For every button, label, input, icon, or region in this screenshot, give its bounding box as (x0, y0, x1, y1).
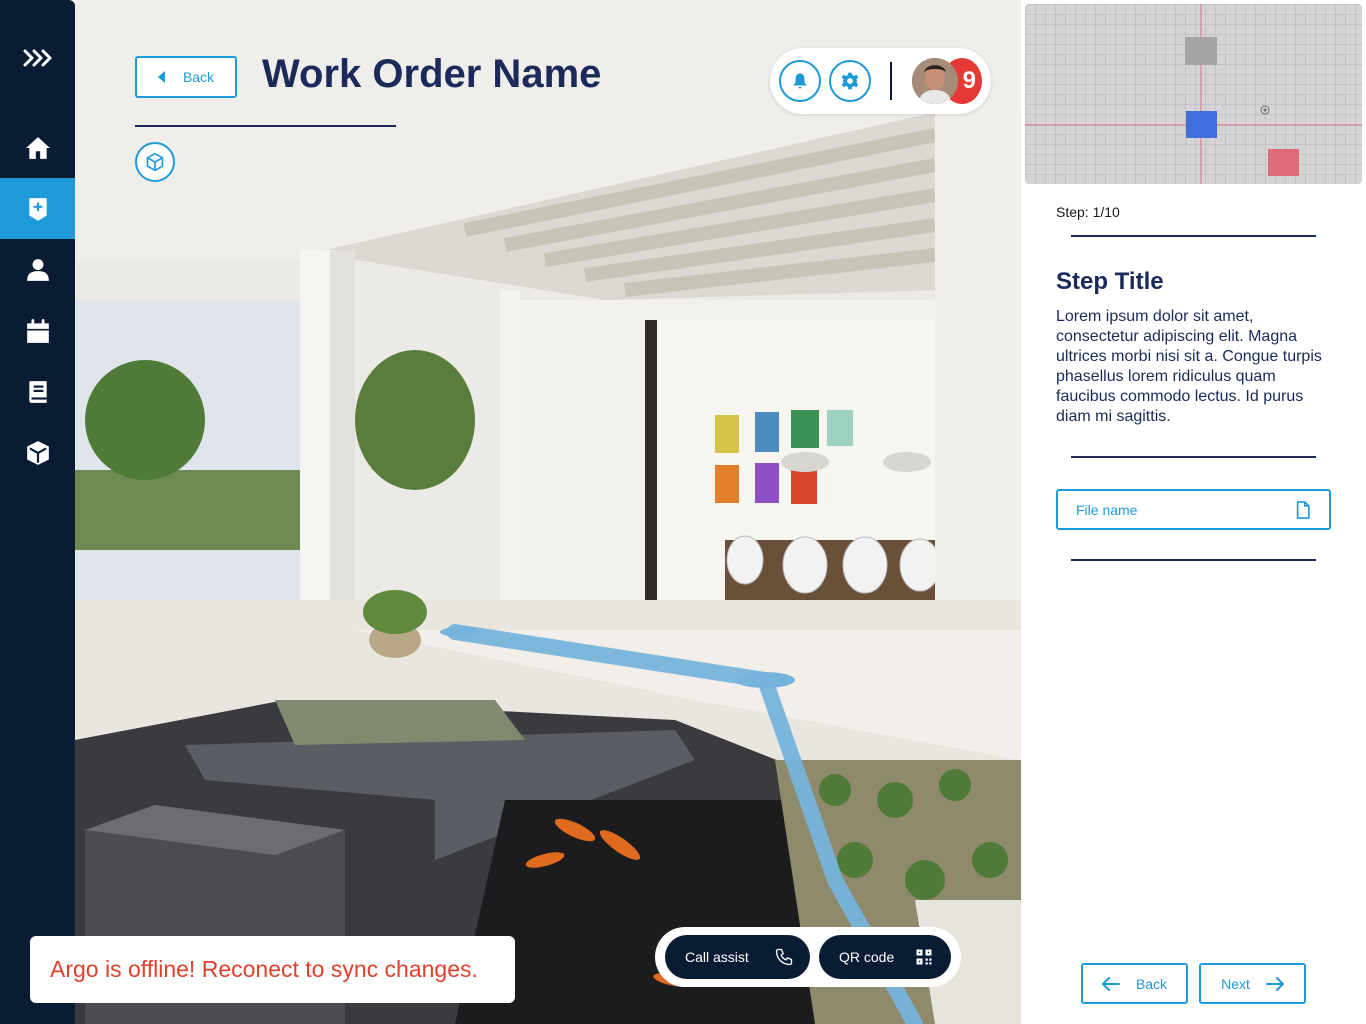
phone-icon (775, 948, 793, 966)
cube-icon (26, 440, 49, 465)
minimap-target (1268, 149, 1299, 176)
qr-code-label: QR code (839, 949, 895, 965)
divider (1071, 559, 1316, 561)
back-button[interactable]: Back (135, 56, 237, 98)
notifications-button[interactable] (779, 60, 821, 102)
qr-code-button[interactable]: QR code (819, 935, 951, 979)
gear-icon (841, 72, 859, 90)
action-pill: Call assist QR code (655, 927, 961, 987)
step-panel: Step: 1/10 Step Title Lorem ipsum dolor … (1021, 0, 1366, 1024)
sidebar-item-users[interactable] (0, 239, 75, 300)
offline-toast: Argo is offline! Reconect to sync change… (30, 936, 515, 1003)
step-counter: Step: 1/10 (1056, 204, 1120, 220)
step-description: Lorem ipsum dolor sit amet, consectetur … (1056, 308, 1322, 425)
minimap-graphic (1025, 4, 1362, 184)
qr-code-icon (916, 949, 932, 965)
sidebar-item-work-orders[interactable] (0, 178, 75, 239)
step-title: Step Title (1056, 268, 1164, 295)
header-toolbar: 9 (770, 48, 991, 114)
title-divider (135, 125, 396, 127)
sidebar-item-home[interactable] (0, 117, 75, 178)
home-icon (25, 136, 50, 159)
toolbar-divider (890, 62, 892, 100)
notification-count: 9 (962, 67, 976, 94)
prev-step-label: Back (1135, 975, 1168, 992)
offline-message: Argo is offline! Reconect to sync change… (50, 956, 478, 982)
cube-outline-icon (146, 152, 164, 172)
bell-icon (793, 73, 807, 89)
manual-icon (28, 380, 47, 403)
user-icon (26, 258, 49, 281)
arrow-left-icon (1101, 976, 1120, 991)
3d-model-button[interactable] (135, 142, 175, 182)
user-avatar-icon (912, 58, 958, 104)
sidebar-item-assets[interactable] (0, 422, 75, 483)
back-button-label: Back (182, 69, 215, 85)
ar-camera-view: Back Work Order Name 9 (75, 0, 1021, 1024)
minimap-area-gray (1185, 37, 1217, 65)
minimap-current-position (1186, 111, 1217, 138)
minimap[interactable] (1025, 4, 1362, 184)
call-assist-label: Call assist (685, 949, 749, 965)
file-name-placeholder: File name (1076, 501, 1138, 518)
sidebar (0, 0, 75, 1024)
work-order-icon (28, 197, 47, 221)
back-triangle-icon (157, 71, 165, 83)
next-step-label: Next (1221, 975, 1250, 992)
room-scene-image (75, 0, 1021, 1024)
divider (1071, 235, 1316, 237)
call-assist-button[interactable]: Call assist (665, 935, 810, 979)
calendar-icon (26, 318, 49, 343)
settings-button[interactable] (829, 60, 871, 102)
arrow-right-icon (1265, 976, 1284, 991)
next-step-button[interactable]: Next (1199, 963, 1306, 1004)
avatar[interactable] (912, 58, 958, 104)
expand-chevrons-icon[interactable] (0, 38, 75, 78)
document-icon (1296, 500, 1310, 519)
prev-step-button[interactable]: Back (1081, 963, 1188, 1004)
file-name-field[interactable]: File name (1056, 489, 1331, 530)
page-title: Work Order Name (262, 52, 602, 96)
divider (1071, 456, 1316, 458)
sidebar-item-manuals[interactable] (0, 361, 75, 422)
sidebar-item-calendar[interactable] (0, 300, 75, 361)
